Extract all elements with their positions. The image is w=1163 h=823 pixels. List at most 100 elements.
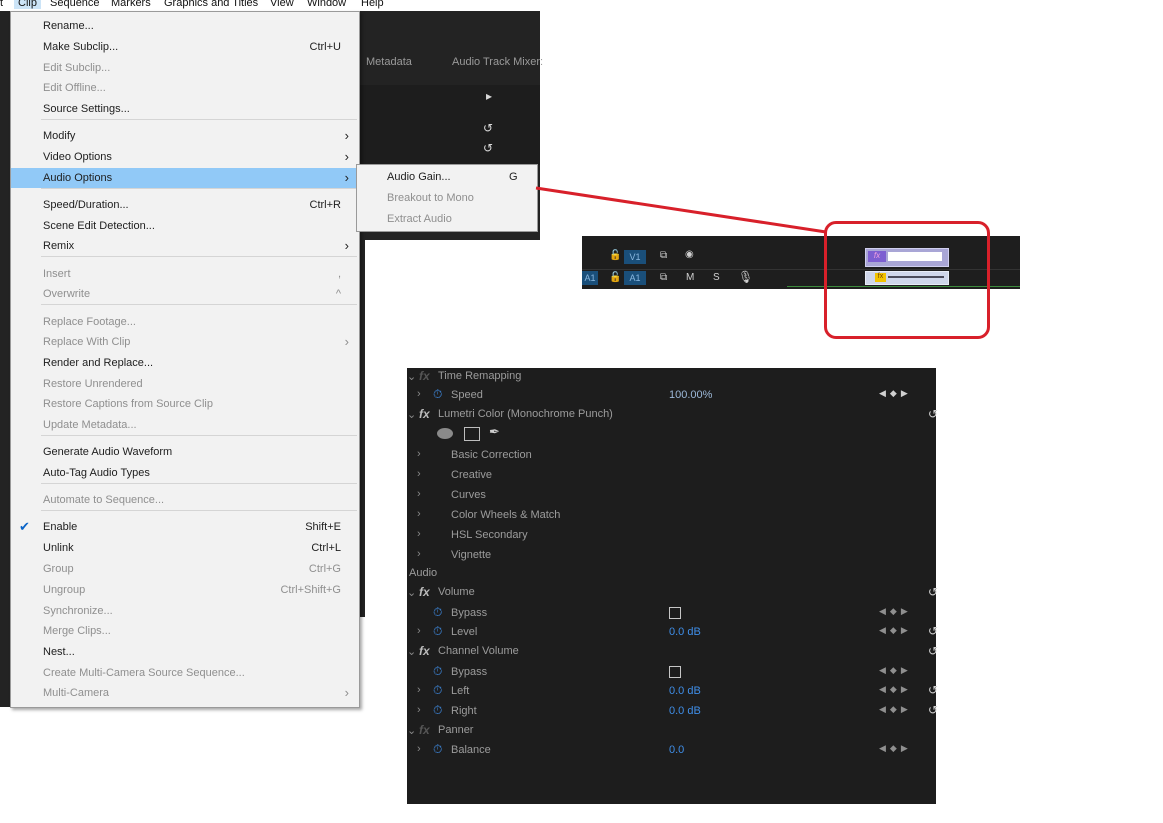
reset-icon[interactable]: ↺ <box>928 703 938 717</box>
param-value[interactable]: 0.0 dB <box>669 626 701 638</box>
microphone-icon[interactable]: 🎙 <box>738 270 753 284</box>
fx-icon[interactable]: fx <box>419 369 430 383</box>
source-patch-a1[interactable]: A1 <box>582 271 598 285</box>
lumetri-section-creative[interactable]: › Creative <box>407 466 936 485</box>
stopwatch-icon[interactable]: ⏱ <box>433 387 442 402</box>
pen-mask-icon[interactable]: ✒ <box>489 424 500 440</box>
lumetri-section-curves[interactable]: › Curves <box>407 486 936 505</box>
fx-icon[interactable]: fx <box>419 644 430 658</box>
effect-time-remapping[interactable]: ⌄ fx Time Remapping <box>407 368 936 387</box>
fx-icon[interactable]: fx <box>419 585 430 599</box>
stopwatch-icon[interactable]: ⏱ <box>433 624 442 639</box>
reset-icon[interactable]: ↺ <box>928 683 938 697</box>
param-value[interactable]: 100.00% <box>669 389 712 401</box>
rectangle-mask-icon[interactable] <box>464 427 480 441</box>
param-value[interactable]: 0.0 dB <box>669 685 701 697</box>
stopwatch-icon[interactable]: ⏱ <box>433 664 442 679</box>
effect-controls-panel: ⌄ fx Time Remapping › ⏱ Speed 100.00% ◀◆… <box>407 368 938 804</box>
param-label: Bypass <box>451 666 488 678</box>
collapse-icon[interactable]: ⌄ <box>407 645 416 658</box>
keyframe-nav-icon[interactable]: ◀◆▶ <box>879 704 912 715</box>
collapse-icon[interactable]: ⌄ <box>407 724 416 737</box>
stopwatch-icon[interactable]: ⏱ <box>433 683 442 698</box>
effect-name: Lumetri Color (Monochrome Punch) <box>438 408 613 420</box>
effect-lumetri-color[interactable]: ⌄ fx Lumetri Color (Monochrome Punch) ↺ <box>407 406 938 425</box>
param-label: Left <box>451 685 470 697</box>
lumetri-section-vignette[interactable]: › Vignette <box>407 546 936 565</box>
expand-icon[interactable]: › <box>417 704 421 716</box>
keyframe-nav-icon[interactable]: ◀◆▶ <box>879 684 912 695</box>
stopwatch-icon[interactable]: ⏱ <box>433 742 442 757</box>
expand-icon[interactable]: › <box>417 684 421 696</box>
keyframe-nav-icon[interactable]: ◀◆▶ <box>879 606 912 617</box>
reset-icon[interactable]: ↺ <box>928 585 938 599</box>
fx-icon[interactable]: fx <box>419 723 430 737</box>
fx-icon[interactable]: fx <box>419 407 430 421</box>
keyframe-nav-icon[interactable]: ◀◆▶ <box>879 665 912 676</box>
lumetri-section-basic-correction[interactable]: › Basic Correction <box>407 446 936 465</box>
section-label: HSL Secondary <box>451 529 528 541</box>
stopwatch-icon[interactable]: ⏱ <box>433 605 442 620</box>
keyframe-nav-icon[interactable]: ◀◆▶ <box>879 625 912 636</box>
param-value[interactable]: 0.0 <box>669 744 684 756</box>
bypass-checkbox[interactable] <box>669 666 681 678</box>
param-label: Speed <box>451 389 483 401</box>
param-level: › ⏱ Level 0.0 dB ◀◆▶ ↺ <box>407 623 938 642</box>
bypass-checkbox[interactable] <box>669 607 681 619</box>
collapse-icon[interactable]: ⌄ <box>407 370 416 383</box>
param-label: Right <box>451 705 477 717</box>
keyframe-nav-icon[interactable]: ◀◆▶ <box>879 743 912 754</box>
param-bypass: ⏱ Bypass ◀◆▶ <box>407 663 936 682</box>
effect-channel-volume[interactable]: ⌄ fx Channel Volume ↺ <box>407 643 938 662</box>
param-label: Level <box>451 626 478 638</box>
effect-panner[interactable]: ⌄ fx Panner <box>407 722 936 741</box>
param-left: › ⏱ Left 0.0 dB ◀◆▶ ↺ <box>407 682 938 701</box>
expand-icon[interactable]: › <box>417 625 421 637</box>
expand-icon[interactable]: › <box>417 488 421 500</box>
expand-icon[interactable]: › <box>417 508 421 520</box>
expand-icon[interactable]: › <box>417 448 421 460</box>
sync-lock-icon[interactable]: ⧉ <box>660 272 667 283</box>
collapse-icon[interactable]: ⌄ <box>407 586 416 599</box>
expand-icon[interactable]: › <box>417 388 421 400</box>
reset-icon[interactable]: ↺ <box>928 644 938 658</box>
section-label: Basic Correction <box>451 449 532 461</box>
reset-icon[interactable]: ↺ <box>928 624 938 638</box>
mute-button[interactable]: M <box>686 272 694 283</box>
section-label: Audio <box>409 567 438 579</box>
expand-icon[interactable]: › <box>417 528 421 540</box>
lumetri-section-hsl-secondary[interactable]: › HSL Secondary <box>407 526 936 545</box>
effect-name: Channel Volume <box>438 645 519 657</box>
reset-icon[interactable]: ↺ <box>928 407 938 421</box>
ellipse-mask-icon[interactable] <box>437 428 453 439</box>
section-label: Creative <box>451 469 492 481</box>
param-label: Bypass <box>451 607 488 619</box>
effect-volume[interactable]: ⌄ fx Volume ↺ <box>407 584 938 603</box>
stopwatch-icon[interactable]: ⏱ <box>433 703 442 718</box>
audio-section-header: Audio <box>407 565 936 584</box>
section-label: Curves <box>451 489 486 501</box>
callout-highlight <box>824 221 990 339</box>
section-label: Color Wheels & Match <box>451 509 561 521</box>
expand-icon[interactable]: › <box>417 743 421 755</box>
lock-icon[interactable]: 🔓 <box>609 272 621 283</box>
sync-lock-icon[interactable]: ⧉ <box>660 250 667 261</box>
effect-name: Panner <box>438 724 474 736</box>
param-right: › ⏱ Right 0.0 dB ◀◆▶ ↺ <box>407 702 938 721</box>
keyframe-nav-icon[interactable]: ◀◆▶ <box>879 388 912 399</box>
param-bypass: ⏱ Bypass ◀◆▶ <box>407 604 936 623</box>
lock-icon[interactable]: 🔓 <box>609 250 621 261</box>
solo-button[interactable]: S <box>713 272 720 283</box>
eye-icon[interactable]: ◉ <box>685 249 694 260</box>
lumetri-section-color-wheels-match[interactable]: › Color Wheels & Match <box>407 506 936 525</box>
param-value[interactable]: 0.0 dB <box>669 705 701 717</box>
effect-name: Time Remapping <box>438 370 522 382</box>
track-target-a1[interactable]: A1 <box>624 271 646 285</box>
param-speed: › ⏱ Speed 100.00% ◀◆▶ <box>407 386 936 405</box>
collapse-icon[interactable]: ⌄ <box>407 408 416 421</box>
section-label: Vignette <box>451 549 492 561</box>
expand-icon[interactable]: › <box>417 468 421 480</box>
expand-icon[interactable]: › <box>417 548 421 560</box>
param-balance: › ⏱ Balance 0.0 ◀◆▶ <box>407 741 936 760</box>
track-target-v1[interactable]: V1 <box>624 250 646 264</box>
